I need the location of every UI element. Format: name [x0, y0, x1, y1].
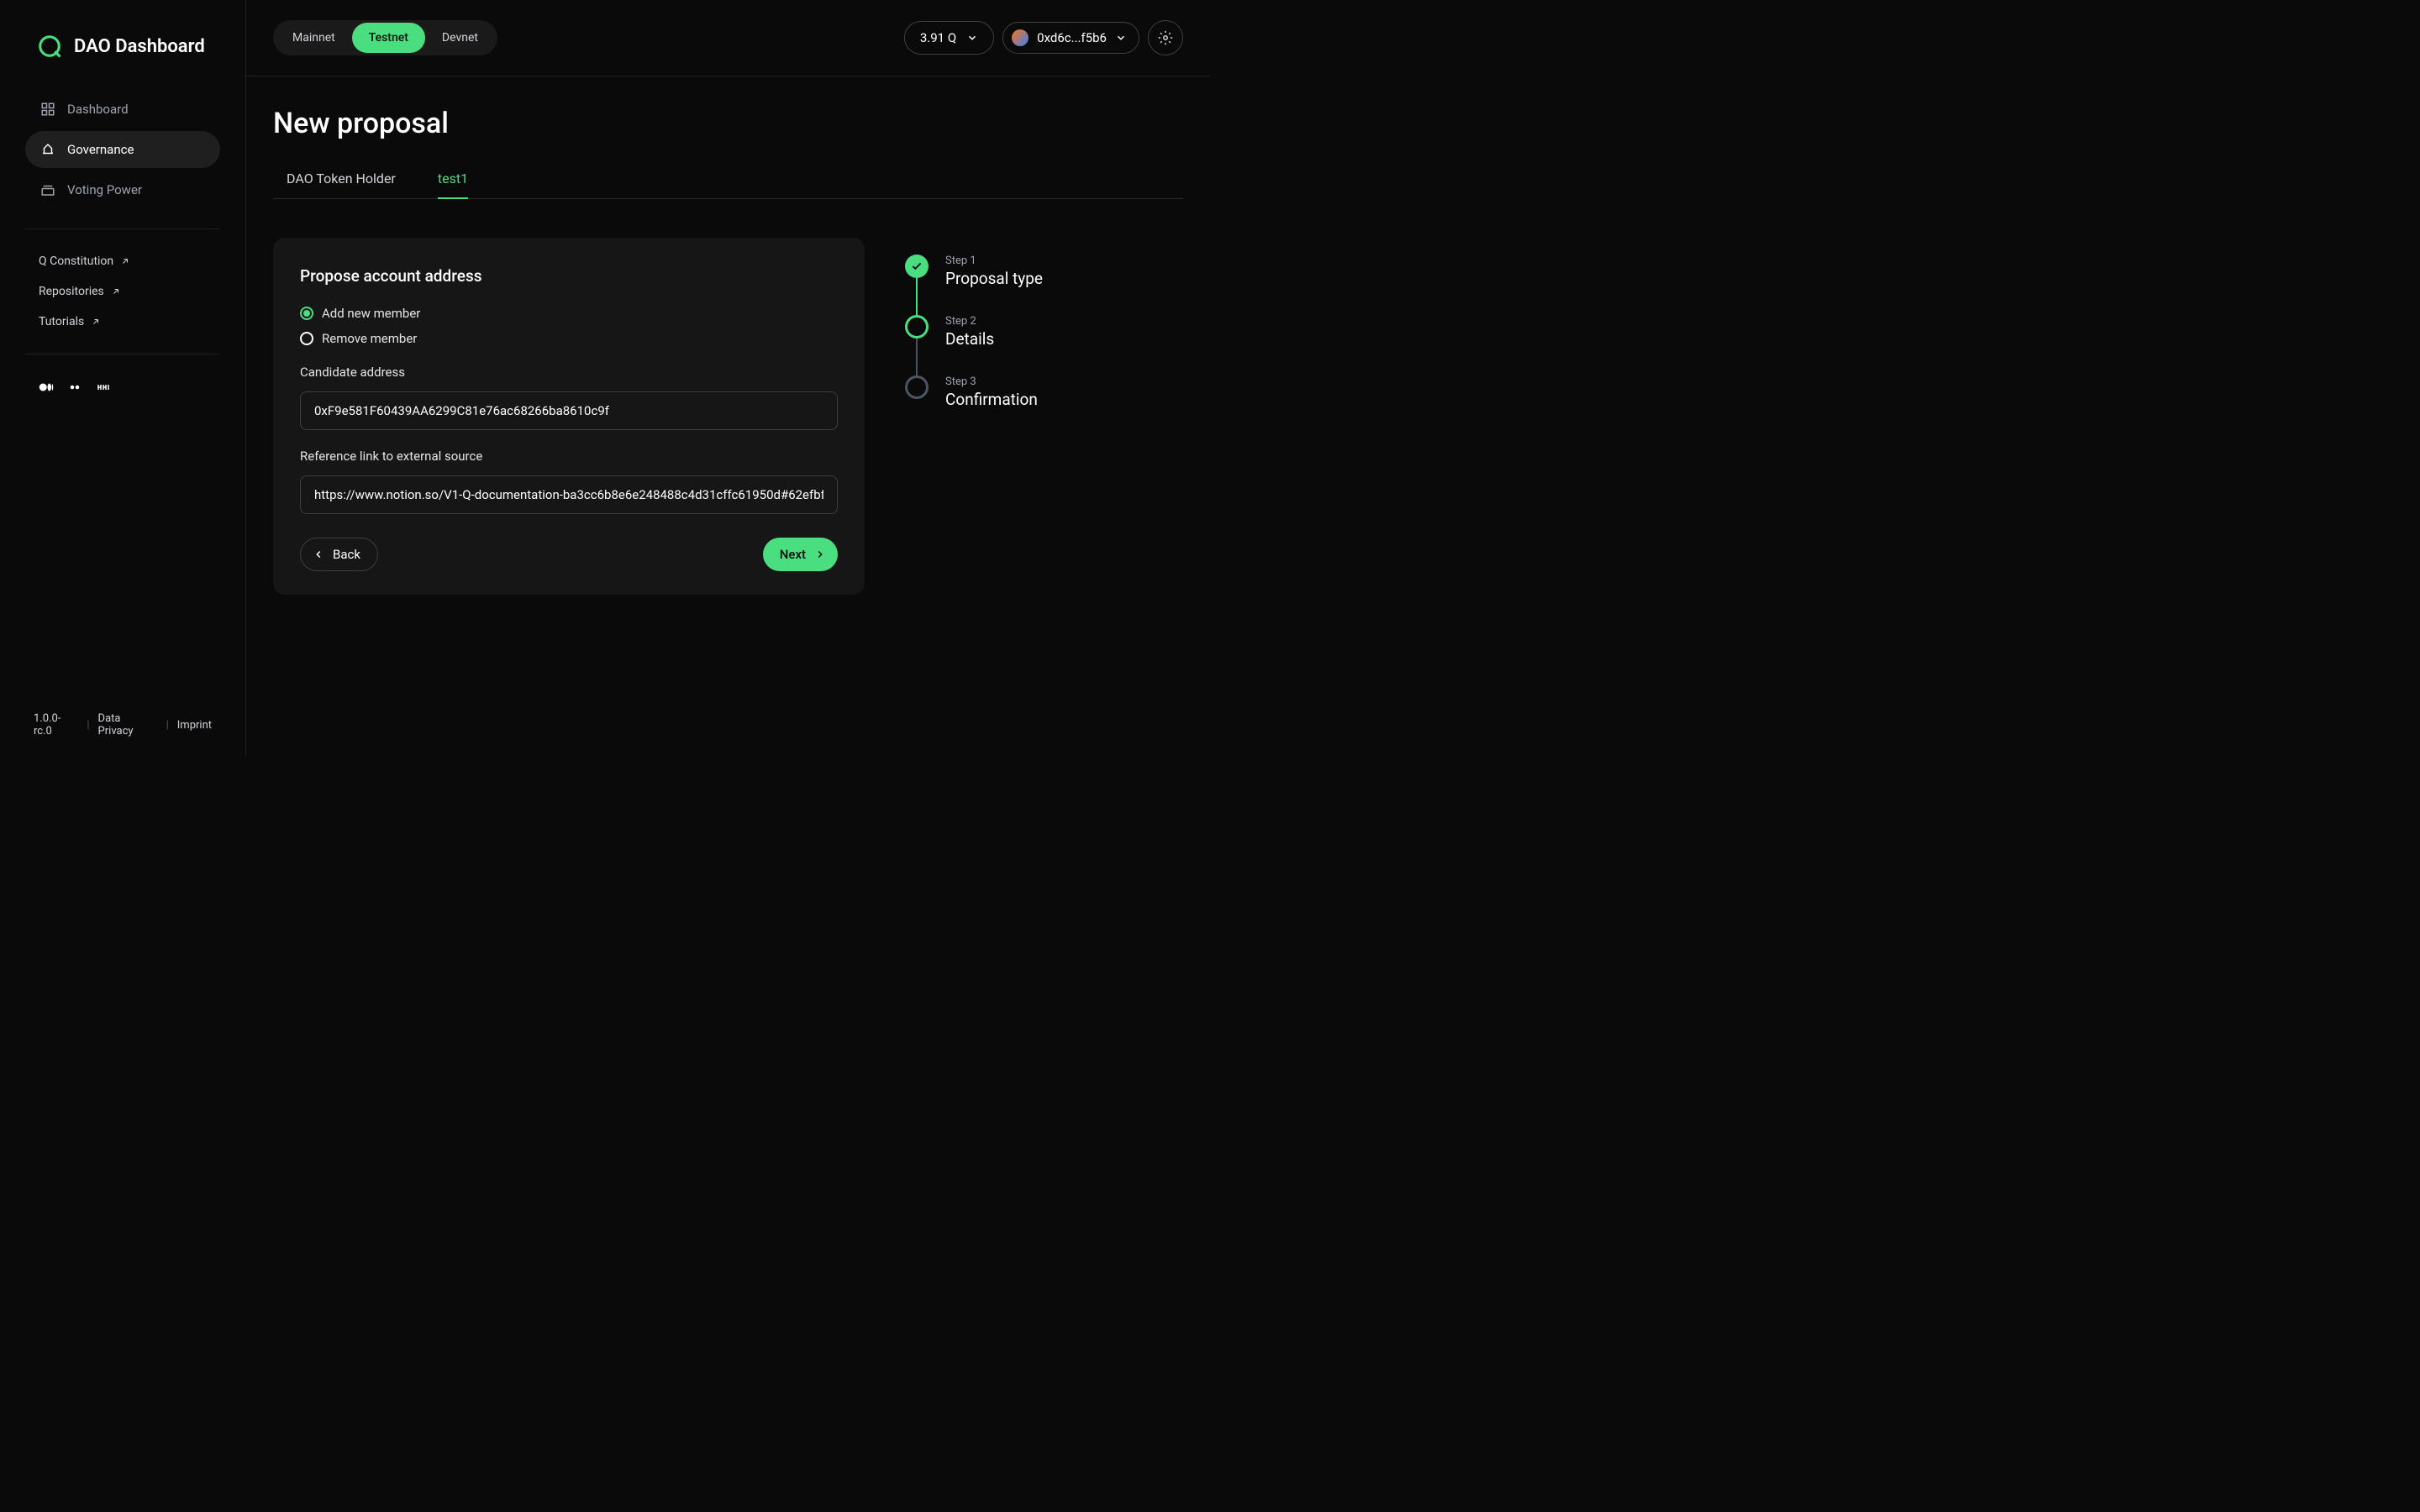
- sidebar-item-dashboard[interactable]: Dashboard: [25, 91, 220, 128]
- reference-link-input[interactable]: [300, 475, 838, 514]
- tab-dao-token-holder[interactable]: DAO Token Holder: [287, 171, 396, 198]
- radio-add-member[interactable]: Add new member: [300, 306, 838, 321]
- discord-icon[interactable]: [67, 380, 82, 395]
- step-number: Step 2: [945, 315, 994, 328]
- medium-icon[interactable]: [39, 380, 54, 395]
- radio-group-member-action: Add new member Remove member: [300, 306, 838, 346]
- step-connector: [916, 339, 918, 375]
- chevron-down-icon: [966, 32, 978, 44]
- link-label: Tutorials: [39, 315, 84, 328]
- app-name: DAO Dashboard: [74, 36, 205, 57]
- sidebar-item-governance[interactable]: Governance: [25, 131, 220, 168]
- chevron-down-icon: [1115, 32, 1127, 44]
- topbar: Mainnet Testnet Devnet 3.91 Q 0xd6c...f5…: [246, 0, 1210, 76]
- wallet-avatar-icon: [1012, 29, 1028, 46]
- link-repositories[interactable]: Repositories: [25, 276, 220, 307]
- external-links: Q Constitution Repositories Tutorials: [0, 246, 245, 337]
- button-label: Next: [780, 547, 806, 562]
- topbar-right: 3.91 Q 0xd6c...f5b6: [904, 20, 1183, 55]
- sidebar-item-voting-power[interactable]: Voting Power: [25, 171, 220, 208]
- sidebar-footer: 1.0.0-rc.0 | Data Privacy | Imprint: [0, 699, 245, 756]
- step-confirmation: Step 3 Confirmation: [905, 375, 1043, 436]
- step-connector: [916, 278, 918, 315]
- radio-icon: [300, 332, 313, 345]
- proposal-layout: Propose account address Add new member R…: [273, 238, 1183, 595]
- tabs: DAO Token Holder test1: [273, 171, 1183, 199]
- card-title: Propose account address: [300, 266, 838, 286]
- step-proposal-type: Step 1 Proposal type: [905, 255, 1043, 315]
- chevron-right-icon: [814, 549, 826, 560]
- step-title: Proposal type: [945, 269, 1043, 288]
- sidebar: DAO Dashboard Dashboard Governance Votin…: [0, 0, 246, 756]
- reddit-icon[interactable]: [96, 380, 111, 395]
- nav-label: Voting Power: [67, 182, 142, 197]
- button-label: Back: [333, 547, 360, 562]
- q-logo-icon: [37, 34, 62, 59]
- chevron-left-icon: [313, 549, 324, 560]
- wallet-address: 0xd6c...f5b6: [1037, 30, 1107, 45]
- step-details: Step 2 Details: [905, 315, 1043, 375]
- external-link-icon: [111, 286, 121, 297]
- next-button[interactable]: Next: [763, 538, 838, 571]
- step-number: Step 3: [945, 375, 1038, 388]
- step-marker-current-icon: [905, 315, 929, 339]
- step-marker-pending-icon: [905, 375, 929, 399]
- main-content: Mainnet Testnet Devnet 3.91 Q 0xd6c...f5…: [246, 0, 1210, 756]
- dashboard-icon: [40, 102, 55, 117]
- social-icons: [0, 380, 245, 395]
- network-testnet[interactable]: Testnet: [352, 23, 425, 53]
- external-link-icon: [91, 317, 101, 327]
- nav-label: Governance: [67, 142, 134, 157]
- proposal-form-card: Propose account address Add new member R…: [273, 238, 865, 595]
- external-link-icon: [120, 256, 130, 266]
- version-label: 1.0.0-rc.0: [34, 712, 78, 738]
- card-actions: Back Next: [300, 538, 838, 571]
- gear-icon: [1158, 30, 1173, 45]
- balance-value: 3.91 Q: [920, 30, 956, 45]
- balance-dropdown[interactable]: 3.91 Q: [904, 21, 994, 55]
- candidate-address-input[interactable]: [300, 391, 838, 430]
- main-nav: Dashboard Governance Voting Power: [0, 76, 245, 212]
- content-area: New proposal DAO Token Holder test1 Prop…: [246, 76, 1210, 756]
- page-title: New proposal: [273, 107, 1183, 140]
- step-marker-done-icon: [905, 255, 929, 278]
- radio-label: Remove member: [322, 331, 417, 346]
- tab-test1[interactable]: test1: [438, 171, 468, 199]
- network-devnet[interactable]: Devnet: [425, 23, 495, 53]
- wallet-dropdown[interactable]: 0xd6c...f5b6: [1002, 22, 1139, 54]
- link-label: Repositories: [39, 285, 104, 298]
- separator: |: [87, 719, 89, 732]
- network-mainnet[interactable]: Mainnet: [276, 23, 352, 53]
- radio-remove-member[interactable]: Remove member: [300, 331, 838, 346]
- step-title: Confirmation: [945, 390, 1038, 409]
- nav-label: Dashboard: [67, 102, 129, 117]
- radio-label: Add new member: [322, 306, 420, 321]
- separator: |: [166, 719, 169, 732]
- logo-section[interactable]: DAO Dashboard: [0, 0, 245, 76]
- link-tutorials[interactable]: Tutorials: [25, 307, 220, 337]
- link-q-constitution[interactable]: Q Constitution: [25, 246, 220, 276]
- voting-power-icon: [40, 182, 55, 197]
- candidate-address-label: Candidate address: [300, 365, 838, 380]
- reference-link-label: Reference link to external source: [300, 449, 838, 464]
- link-data-privacy[interactable]: Data Privacy: [98, 712, 158, 738]
- link-imprint[interactable]: Imprint: [177, 719, 212, 732]
- settings-button[interactable]: [1148, 20, 1183, 55]
- radio-icon: [300, 307, 313, 320]
- network-switcher: Mainnet Testnet Devnet: [273, 20, 497, 55]
- governance-icon: [40, 142, 55, 157]
- step-title: Details: [945, 329, 994, 349]
- link-label: Q Constitution: [39, 255, 113, 268]
- step-number: Step 1: [945, 255, 1043, 267]
- back-button[interactable]: Back: [300, 538, 378, 571]
- steps-progress: Step 1 Proposal type Step 2 Details: [905, 238, 1043, 595]
- divider: [25, 228, 220, 229]
